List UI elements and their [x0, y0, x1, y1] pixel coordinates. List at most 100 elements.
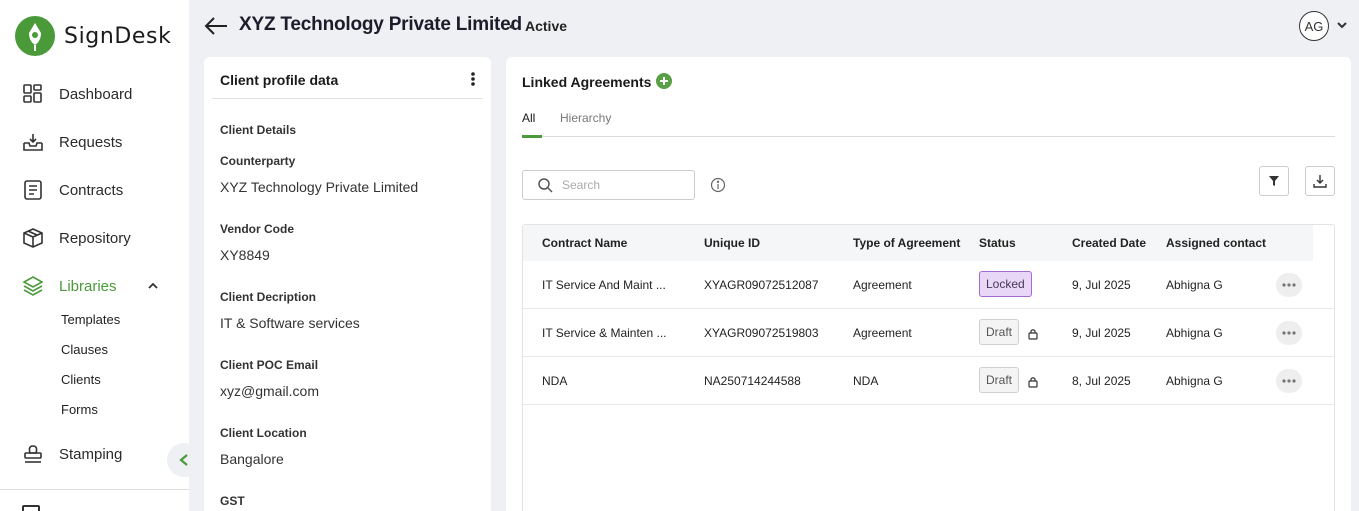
- status-badge: Draft: [979, 367, 1020, 393]
- sidebar-item-contracts[interactable]: Contracts: [22, 176, 123, 204]
- counterparty-value: XYZ Technology Private Limited: [220, 179, 419, 195]
- unique-id-cell: NA250714244588: [704, 374, 801, 388]
- vendor-code-value: XY8849: [220, 247, 270, 263]
- page-header: XYZ Technology Private Limited • Active …: [189, 0, 1359, 54]
- created-date-cell: 9, Jul 2025: [1072, 326, 1131, 340]
- sidebar: SignDesk Dashboard Requests Contracts Re…: [0, 0, 189, 511]
- sidebar-collapse-button[interactable]: [167, 443, 201, 477]
- sidebar-item-label: Libraries: [59, 277, 117, 295]
- agreement-type-cell: Agreement: [853, 326, 912, 340]
- table-header: Contract Name Unique ID Type of Agreemen…: [523, 225, 1313, 261]
- inbox-tray-icon: [23, 134, 43, 151]
- counterparty-label: Counterparty: [220, 154, 296, 168]
- sidebar-subitem-forms[interactable]: Forms: [61, 402, 98, 417]
- add-agreement-button[interactable]: [656, 73, 672, 89]
- table-row[interactable]: IT Service And Maint ... XYAGR0907251208…: [523, 261, 1334, 309]
- unique-id-cell: XYAGR09072512087: [704, 278, 819, 292]
- row-actions-button[interactable]: [1276, 321, 1302, 345]
- search-input[interactable]: [562, 178, 682, 192]
- client-location-label: Client Location: [220, 426, 307, 440]
- contract-name-cell[interactable]: NDA: [542, 374, 567, 388]
- agreement-type-cell: NDA: [853, 374, 879, 388]
- status-badge: Active: [525, 18, 568, 34]
- filter-button[interactable]: [1259, 166, 1289, 196]
- sidebar-item-dashboard[interactable]: Dashboard: [22, 80, 132, 108]
- more-horizontal-icon: [1282, 331, 1296, 335]
- stamp-icon: [24, 445, 42, 463]
- linked-agreements-card: Linked Agreements All Hierarchy Contract…: [506, 57, 1351, 511]
- search-icon: [538, 178, 553, 193]
- table-row[interactable]: IT Service & Mainten ... XYAGR0907251980…: [523, 309, 1334, 357]
- client-description-label: Client Decription: [220, 290, 317, 304]
- chevron-down-icon[interactable]: [1336, 19, 1348, 31]
- profile-divider: [212, 98, 483, 99]
- lock-icon: [1028, 329, 1038, 340]
- row-actions-button[interactable]: [1276, 273, 1302, 297]
- contract-name-cell[interactable]: IT Service & Mainten ...: [542, 326, 667, 340]
- sidebar-item-stamping[interactable]: Stamping: [22, 440, 122, 468]
- plus-icon: [660, 77, 668, 85]
- client-profile-card: Client profile data Client Details Count…: [204, 57, 491, 511]
- table-row[interactable]: NDA NA250714244588 NDA Draft 8, Jul 2025…: [523, 357, 1334, 405]
- dashboard-grid-icon: [23, 84, 42, 103]
- sidebar-subitem-templates[interactable]: Templates: [61, 312, 120, 327]
- client-location-value: Bangalore: [220, 451, 284, 467]
- tabs-divider: [522, 136, 1335, 137]
- page-title: XYZ Technology Private Limited: [239, 14, 522, 35]
- layers-icon: [22, 276, 44, 296]
- sidebar-item-libraries[interactable]: Libraries: [22, 272, 174, 300]
- back-arrow-icon[interactable]: [203, 14, 229, 38]
- profile-card-title: Client profile data: [220, 72, 339, 88]
- contract-name-cell[interactable]: IT Service And Maint ...: [542, 278, 666, 292]
- client-poc-email-label: Client POC Email: [220, 358, 319, 372]
- more-horizontal-icon: [1282, 379, 1296, 383]
- assigned-contact-cell: Abhigna G: [1166, 374, 1223, 388]
- unique-id-cell: XYAGR09072519803: [704, 326, 819, 340]
- lock-icon: [1028, 377, 1038, 388]
- kebab-menu-icon[interactable]: [469, 71, 477, 87]
- agreements-table: Contract Name Unique ID Type of Agreemen…: [522, 224, 1335, 511]
- filter-icon: [1269, 176, 1279, 186]
- info-icon[interactable]: [710, 177, 726, 193]
- status-badge: Locked: [979, 271, 1032, 297]
- client-poc-email-value: xyz@gmail.com: [220, 383, 320, 399]
- sidebar-subitem-clients[interactable]: Clients: [61, 372, 101, 387]
- assigned-contact-cell: Abhigna G: [1166, 278, 1223, 292]
- sidebar-item-label: Dashboard: [59, 85, 133, 103]
- download-icon: [1313, 175, 1327, 188]
- sidebar-item-label: Stamping: [59, 445, 123, 463]
- tab-all[interactable]: All: [522, 111, 535, 125]
- sidebar-item-label: Contracts: [59, 181, 124, 199]
- download-button[interactable]: [1305, 166, 1335, 196]
- column-header[interactable]: Status: [979, 236, 1016, 250]
- vendor-code-label: Vendor Code: [220, 222, 295, 236]
- brand-name: SignDesk: [64, 23, 172, 49]
- signdesk-logo-icon: [15, 16, 55, 56]
- status-badge: Draft: [979, 319, 1020, 345]
- sidebar-item-label: Requests: [59, 133, 123, 151]
- chevron-up-icon[interactable]: [147, 280, 159, 292]
- gst-label: GST: [220, 494, 245, 508]
- column-header[interactable]: Type of Agreement: [853, 236, 960, 250]
- row-actions-button[interactable]: [1276, 369, 1302, 393]
- sidebar-divider: [0, 489, 189, 490]
- sidebar-subitem-clauses[interactable]: Clauses: [61, 342, 108, 357]
- column-header[interactable]: Created Date: [1072, 236, 1146, 250]
- agreement-type-cell: Agreement: [853, 278, 912, 292]
- brand-logo[interactable]: SignDesk: [14, 15, 171, 57]
- sidebar-bottom-icon[interactable]: [22, 505, 40, 511]
- search-box[interactable]: [522, 170, 695, 200]
- sidebar-item-repository[interactable]: Repository: [22, 224, 131, 252]
- column-header[interactable]: Assigned contact: [1166, 236, 1266, 250]
- tab-hierarchy[interactable]: Hierarchy: [560, 111, 611, 125]
- sidebar-item-label: Repository: [59, 229, 131, 247]
- chevron-left-icon: [179, 454, 188, 466]
- created-date-cell: 9, Jul 2025: [1072, 278, 1131, 292]
- avatar[interactable]: AG: [1299, 11, 1329, 41]
- title-separator: •: [509, 18, 514, 34]
- column-header[interactable]: Contract Name: [542, 236, 627, 250]
- client-description-value: IT & Software services: [220, 315, 360, 331]
- sidebar-item-requests[interactable]: Requests: [22, 128, 122, 156]
- column-header[interactable]: Unique ID: [704, 236, 760, 250]
- document-lines-icon: [24, 180, 42, 200]
